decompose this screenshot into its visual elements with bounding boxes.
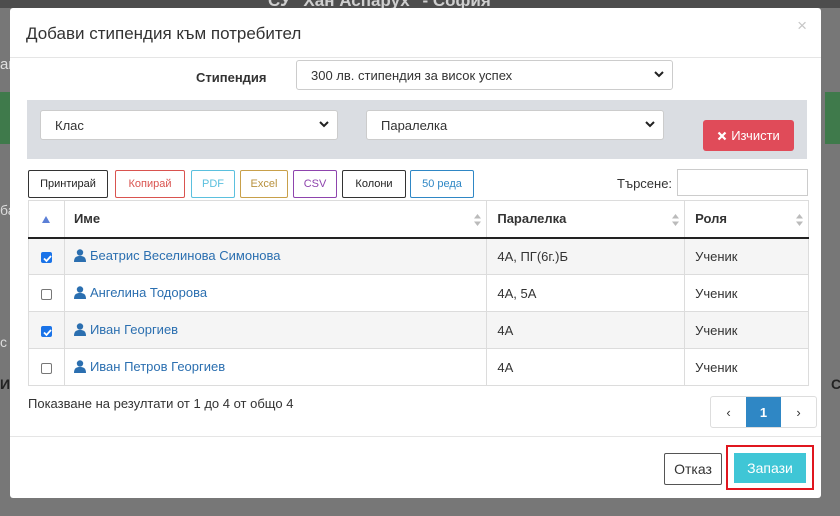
scholarship-row: Стипендия 300 лв. стипендия за висок усп… [10, 60, 821, 92]
cancel-button[interactable]: Отказ [664, 453, 722, 485]
row-checkbox[interactable] [40, 362, 52, 374]
copy-button[interactable]: Копирай [115, 170, 185, 198]
section-select-value: Паралелка [381, 118, 448, 133]
row-checkbox[interactable] [40, 325, 52, 337]
search-label: Търсене: [617, 176, 673, 191]
role-header-label: Роля [695, 211, 727, 227]
user-icon [73, 359, 86, 373]
role-cell: Ученик [684, 237, 809, 275]
role-cell: Ученик [684, 348, 809, 386]
columns-button[interactable]: Колони [342, 170, 406, 198]
table-row: Иван Петров Георгиев 4А Ученик [28, 348, 809, 386]
add-scholarship-modal: Добави стипендия към потребител × Стипен… [10, 8, 821, 498]
section-select[interactable]: Паралелка [366, 110, 664, 140]
role-column-header[interactable]: Роля [684, 200, 809, 239]
section-cell: 4А, 5А [486, 274, 686, 312]
student-name-link[interactable]: Беатрис Веселинова Симонова [73, 247, 281, 263]
name-column-header[interactable]: Име [63, 200, 488, 239]
student-name-link[interactable]: Иван Петров Георгиев [73, 358, 226, 374]
section-cell: 4А [486, 311, 686, 349]
scholarship-selected-value: 300 лв. стипендия за висок успех [311, 68, 513, 83]
section-cell: 4А [486, 348, 686, 386]
background-text: С [831, 376, 840, 392]
close-icon [717, 131, 727, 140]
modal-footer: Отказ Запази [10, 436, 821, 498]
pagination: ‹ 1 › [710, 396, 817, 428]
section-cell: 4А, ПГ(6г.)Б [486, 237, 686, 275]
user-icon [73, 322, 86, 336]
background-text: с [0, 334, 7, 350]
pdf-button[interactable]: PDF [191, 170, 235, 198]
student-name: Иван Петров Георгиев [89, 358, 226, 374]
table-row: Ангелина Тодорова 4А, 5А Ученик [28, 274, 809, 312]
students-table: Име Паралелка Роля Беатрис Веселинова Си… [28, 200, 809, 386]
close-icon[interactable]: × [797, 16, 807, 36]
modal-title: Добави стипендия към потребител [26, 24, 302, 43]
user-icon [73, 285, 86, 299]
section-column-header[interactable]: Паралелка [486, 200, 686, 239]
sort-icon [474, 214, 482, 226]
role-cell: Ученик [684, 311, 809, 349]
sort-icon [796, 214, 803, 226]
background-green-panel [0, 92, 10, 144]
chevron-down-icon [319, 121, 329, 128]
chevron-down-icon [654, 71, 664, 78]
sort-asc-icon [42, 216, 51, 224]
class-select-value: Клас [55, 118, 84, 133]
filter-panel: Клас Паралелка Изчисти [27, 100, 807, 159]
scholarship-label: Стипендия [196, 70, 267, 85]
clear-filters-label: Изчисти [731, 128, 780, 143]
table-row: Беатрис Веселинова Симонова 4А, ПГ(6г.)Б… [28, 237, 809, 275]
next-page-button[interactable]: › [781, 397, 816, 427]
section-header-label: Паралелка [497, 211, 567, 227]
role-cell: Ученик [684, 274, 809, 312]
save-highlight-box: Запази [726, 445, 814, 490]
row-checkbox[interactable] [40, 251, 52, 263]
csv-button[interactable]: CSV [293, 170, 337, 198]
results-info: Показване на резултати от 1 до 4 от общо… [28, 396, 294, 411]
select-all-header[interactable] [28, 200, 65, 239]
modal-header: Добави стипендия към потребител × [10, 8, 821, 58]
student-name: Беатрис Веселинова Симонова [89, 247, 281, 263]
prev-page-button[interactable]: ‹ [711, 397, 746, 427]
table-header-row: Име Паралелка Роля [28, 200, 809, 239]
background-green-panel [825, 92, 840, 144]
chevron-down-icon [645, 121, 655, 128]
student-name-link[interactable]: Иван Георгиев [73, 321, 179, 337]
excel-button[interactable]: Excel [240, 170, 288, 198]
name-header-label: Име [73, 211, 101, 227]
rows-per-page-button[interactable]: 50 реда [410, 170, 474, 198]
student-name: Ангелина Тодорова [89, 284, 208, 300]
table-row: Иван Георгиев 4А Ученик [28, 311, 809, 349]
user-icon [73, 249, 86, 262]
scholarship-select[interactable]: 300 лв. стипендия за висок успех [296, 60, 673, 90]
search-input[interactable] [677, 169, 808, 196]
student-name-link[interactable]: Ангелина Тодорова [73, 284, 208, 300]
class-select[interactable]: Клас [40, 110, 338, 140]
student-name: Иван Георгиев [89, 321, 179, 337]
print-button[interactable]: Принтирай [28, 170, 108, 198]
save-button[interactable]: Запази [734, 453, 806, 483]
row-checkbox[interactable] [40, 288, 52, 300]
clear-filters-button[interactable]: Изчисти [703, 120, 794, 151]
sort-icon [672, 214, 680, 226]
page-1-button[interactable]: 1 [746, 397, 781, 427]
